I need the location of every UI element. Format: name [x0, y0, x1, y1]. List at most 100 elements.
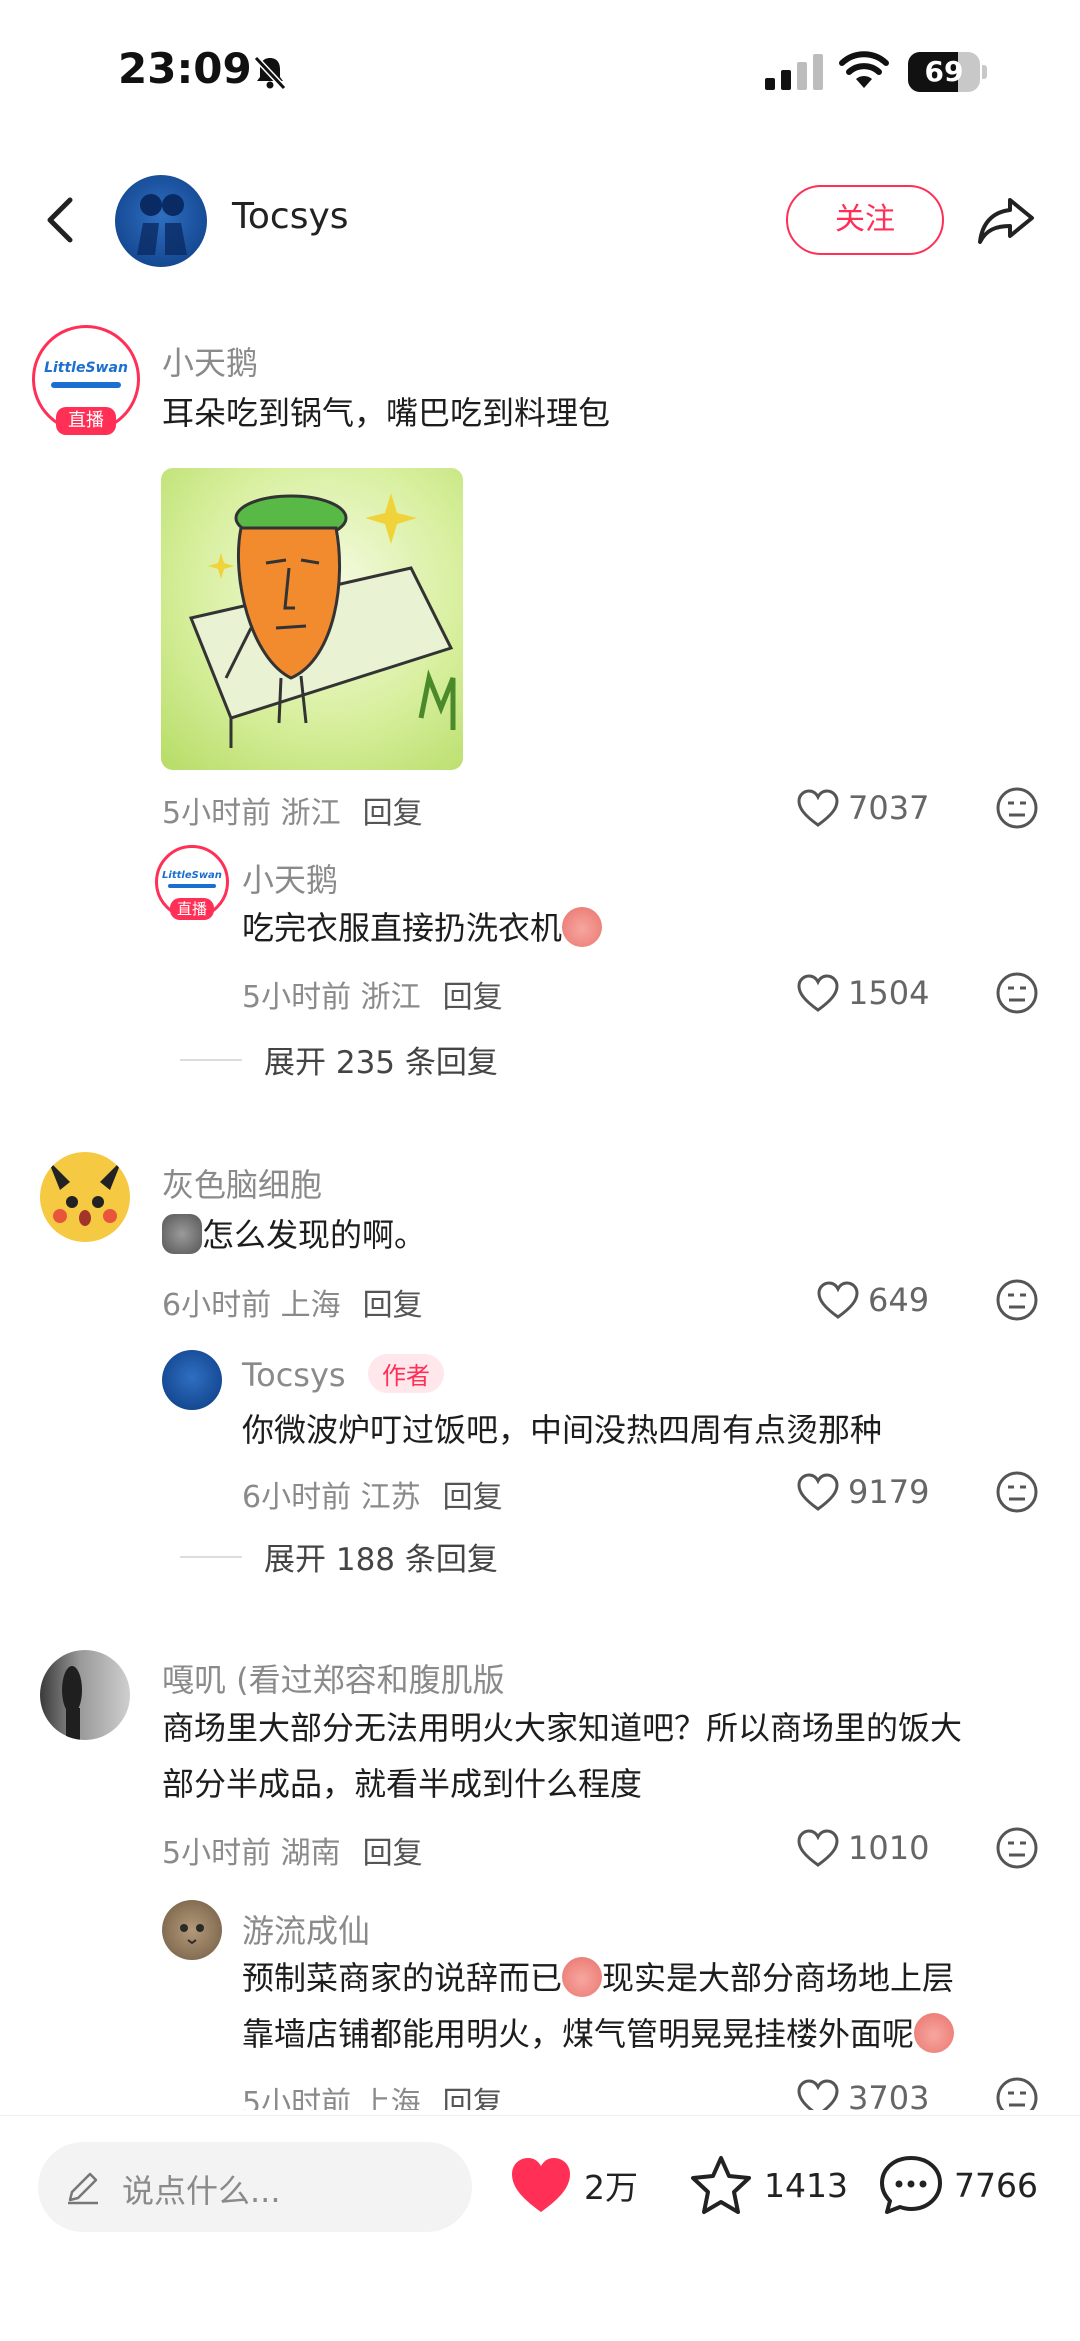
bell-off-icon — [253, 55, 287, 91]
author-avatar[interactable] — [115, 175, 207, 267]
comment-text: 怎么发现的啊。 — [162, 1207, 426, 1263]
wifi-icon — [839, 51, 889, 88]
comment-input[interactable]: 说点什么... — [38, 2142, 472, 2232]
reply-time-location: 6小时前 江苏 — [242, 1480, 421, 1515]
meh-face-icon[interactable] — [995, 1470, 1039, 1514]
live-badge: 直播 — [170, 898, 214, 920]
meh-face-icon[interactable] — [995, 786, 1039, 830]
meh-face-icon[interactable] — [995, 1826, 1039, 1870]
comment-image-sticker[interactable] — [161, 468, 463, 770]
replier-name[interactable]: Tocsys — [242, 1356, 346, 1394]
expand-replies-button[interactable]: 展开 188 条回复 — [180, 1534, 498, 1579]
author-name[interactable]: Tocsys — [232, 196, 349, 237]
comment-input-placeholder: 说点什么... — [122, 2172, 281, 2210]
comment-time-location: 5小时前 浙江 — [162, 796, 341, 831]
blush-emoji-icon — [562, 1957, 603, 1997]
back-chevron-icon[interactable] — [40, 192, 84, 248]
heart-outline-icon — [797, 2079, 839, 2110]
post-header: Tocsys 关注 — [0, 170, 1080, 270]
reply-text-part: 预制菜商家的说辞而已 — [242, 1959, 563, 1997]
comment-text-content: 怎么发现的啊。 — [202, 1216, 427, 1254]
reply-meta: 6小时前 江苏 回复 — [242, 1472, 503, 1516]
meh-face-icon[interactable] — [995, 2076, 1039, 2110]
expand-replies-button[interactable]: 展开 235 条回复 — [180, 1037, 498, 1082]
like-button[interactable]: 9179 — [796, 1468, 929, 1516]
like-button[interactable]: 7037 — [796, 784, 929, 832]
reply-text-content: 吃完衣服直接扔洗衣机 — [242, 909, 563, 947]
heart-outline-icon — [797, 1473, 839, 1511]
reply-button[interactable]: 回复 — [363, 796, 423, 831]
avatar-logo-text: LittleSwan — [162, 870, 222, 881]
replier-avatar[interactable] — [162, 1900, 222, 1960]
reply-text: 吃完衣服直接扔洗衣机 — [242, 900, 603, 956]
blush-emoji-icon — [914, 2013, 955, 2053]
bottom-action-bar: 说点什么... 2万 1413 7766 — [0, 2115, 1080, 2341]
expand-replies-label: 展开 188 条回复 — [264, 1542, 498, 1578]
like-count: 1010 — [848, 1829, 930, 1867]
share-icon[interactable] — [976, 190, 1036, 250]
reply-time-location: 5小时前 上海 — [242, 2086, 421, 2110]
reply-text-part: 靠墙店铺都能用明火，煤气管明晃晃挂楼外面呢 — [242, 2015, 915, 2053]
cat-emoji-icon — [162, 1214, 202, 1254]
like-count: 9179 — [848, 1473, 930, 1511]
reply-text-part: 现实是大部分商场地上层 — [602, 1959, 955, 1997]
battery-indicator: 69 — [908, 52, 987, 92]
reply-time-location: 5小时前 浙江 — [242, 980, 421, 1015]
commenter-name[interactable]: 灰色脑细胞 — [162, 1160, 322, 1206]
comment-time-location: 6小时前 上海 — [162, 1288, 341, 1323]
blush-emoji-icon — [562, 907, 603, 947]
avatar-logo-text: LittleSwan — [44, 360, 128, 376]
like-button[interactable]: 3703 — [796, 2074, 929, 2110]
reply-text: 你微波炉叮过饭吧，中间没热四周有点烫那种 — [242, 1411, 883, 1449]
pencil-icon — [68, 2172, 98, 2205]
commenter-avatar[interactable] — [40, 1650, 130, 1740]
commenter-name[interactable]: 嘎叽 (看过郑容和腹肌版 — [162, 1655, 505, 1701]
like-count: 649 — [868, 1281, 930, 1319]
like-count: 7037 — [848, 789, 930, 827]
replier-avatar[interactable] — [162, 1350, 222, 1410]
reply-button[interactable]: 回复 — [443, 2086, 503, 2110]
like-button[interactable]: 1504 — [796, 969, 929, 1017]
comments-button[interactable]: 7766 — [878, 2150, 1038, 2220]
heart-outline-icon — [797, 974, 839, 1012]
commenter-name[interactable]: 小天鹅 — [162, 338, 258, 384]
reply-button[interactable]: 回复 — [443, 980, 503, 1015]
meh-face-icon[interactable] — [995, 971, 1039, 1015]
like-button[interactable]: 1010 — [796, 1824, 929, 1872]
chat-bubble-icon — [880, 2156, 942, 2214]
battery-percent: 69 — [924, 55, 964, 88]
reply-button[interactable]: 回复 — [363, 1288, 423, 1323]
comment-text: 耳朵吃到锅气，嘴巴吃到料理包 — [162, 394, 611, 432]
reply-text: 预制菜商家的说辞而已 现实是大部分商场地上层 靠墙店铺都能用明火，煤气管明晃晃挂楼… — [242, 1950, 1042, 2062]
reply-meta: 5小时前 上海 回复 — [242, 2078, 503, 2110]
cellular-signal-icon — [765, 54, 823, 90]
reply-button[interactable]: 回复 — [443, 1480, 503, 1515]
favorite-button[interactable]: 1413 — [688, 2150, 848, 2220]
reply-button[interactable]: 回复 — [363, 1836, 423, 1871]
comment-list: LittleSwan 直播 小天鹅 耳朵吃到锅气，嘴巴吃到料理包 5小时前 浙江… — [0, 310, 1080, 2110]
replier-name[interactable]: 小天鹅 — [242, 855, 338, 901]
heart-filled-icon — [512, 2158, 570, 2212]
meh-face-icon[interactable] — [995, 1278, 1039, 1322]
post-like-count: 2万 — [584, 2168, 638, 2207]
heart-outline-icon — [817, 1281, 859, 1319]
like-count: 1504 — [848, 974, 930, 1012]
comment-meta: 6小时前 上海 回复 — [162, 1280, 423, 1324]
reply-meta: 5小时前 浙江 回复 — [242, 972, 503, 1016]
live-badge: 直播 — [56, 407, 116, 435]
comment-meta: 5小时前 湖南 回复 — [162, 1828, 423, 1872]
status-bar: 23:09 69 — [0, 0, 1080, 140]
favorite-count: 1413 — [764, 2165, 848, 2205]
like-count: 3703 — [848, 2079, 930, 2110]
comment-text-line: 部分半成品，就看半成到什么程度 — [162, 1765, 643, 1803]
comment-time-location: 5小时前 湖南 — [162, 1836, 341, 1871]
author-tag: 作者 — [368, 1354, 444, 1393]
like-button[interactable]: 649 — [816, 1276, 929, 1324]
comment-count: 7766 — [954, 2165, 1038, 2205]
expand-replies-label: 展开 235 条回复 — [264, 1045, 498, 1081]
commenter-avatar[interactable] — [40, 1152, 130, 1242]
follow-button[interactable]: 关注 — [786, 185, 944, 255]
star-outline-icon — [691, 2156, 751, 2214]
like-post-button[interactable]: 2万 — [508, 2150, 638, 2220]
replier-name[interactable]: 游流成仙 — [242, 1906, 370, 1952]
